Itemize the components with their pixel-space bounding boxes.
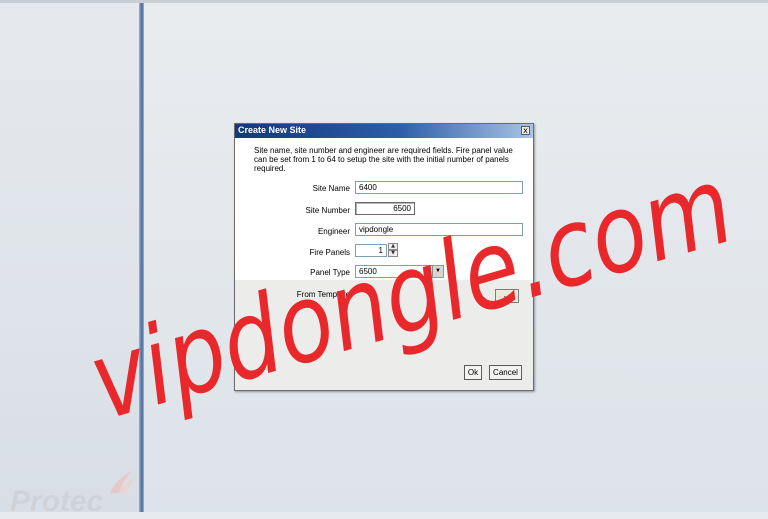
logo-text: Protec [10,485,104,518]
site-number-input[interactable]: 6500 [355,202,415,215]
fire-panels-input[interactable]: 1 [355,244,387,257]
close-icon[interactable]: x [521,126,530,135]
from-template-label: From Template [296,290,350,299]
dropdown-arrow-icon[interactable]: ▼ [432,266,443,277]
dialog-description: Site name, site number and engineer are … [254,146,513,173]
cancel-button[interactable]: Cancel [489,365,522,380]
browse-template-button[interactable]: ... [495,289,519,303]
engineer-input[interactable]: vipdongle [355,223,523,236]
panel-type-select[interactable]: 6500 ▼ [355,265,444,278]
fire-panels-label: Fire Panels [309,248,350,257]
spin-up-icon[interactable]: ▲ [388,243,398,250]
site-number-label: Site Number [305,206,350,215]
logo-flame-icon [110,471,136,493]
left-panel: Protec [0,3,139,518]
site-name-label: Site Name [312,184,350,193]
dialog-titlebar[interactable]: Create New Site x [235,124,533,138]
protec-logo: Protec [6,465,138,518]
fire-panels-spinner[interactable]: ▲ ▼ [388,243,398,258]
panel-type-label: Panel Type [310,268,350,277]
site-name-input[interactable]: 6400 [355,181,523,194]
create-site-dialog: Create New Site x Site name, site number… [234,123,534,391]
ok-button[interactable]: Ok [464,365,482,380]
engineer-label: Engineer [317,227,350,236]
spin-down-icon[interactable]: ▼ [388,250,398,257]
dialog-title: Create New Site [238,125,307,135]
panel-type-value: 6500 [359,267,377,276]
